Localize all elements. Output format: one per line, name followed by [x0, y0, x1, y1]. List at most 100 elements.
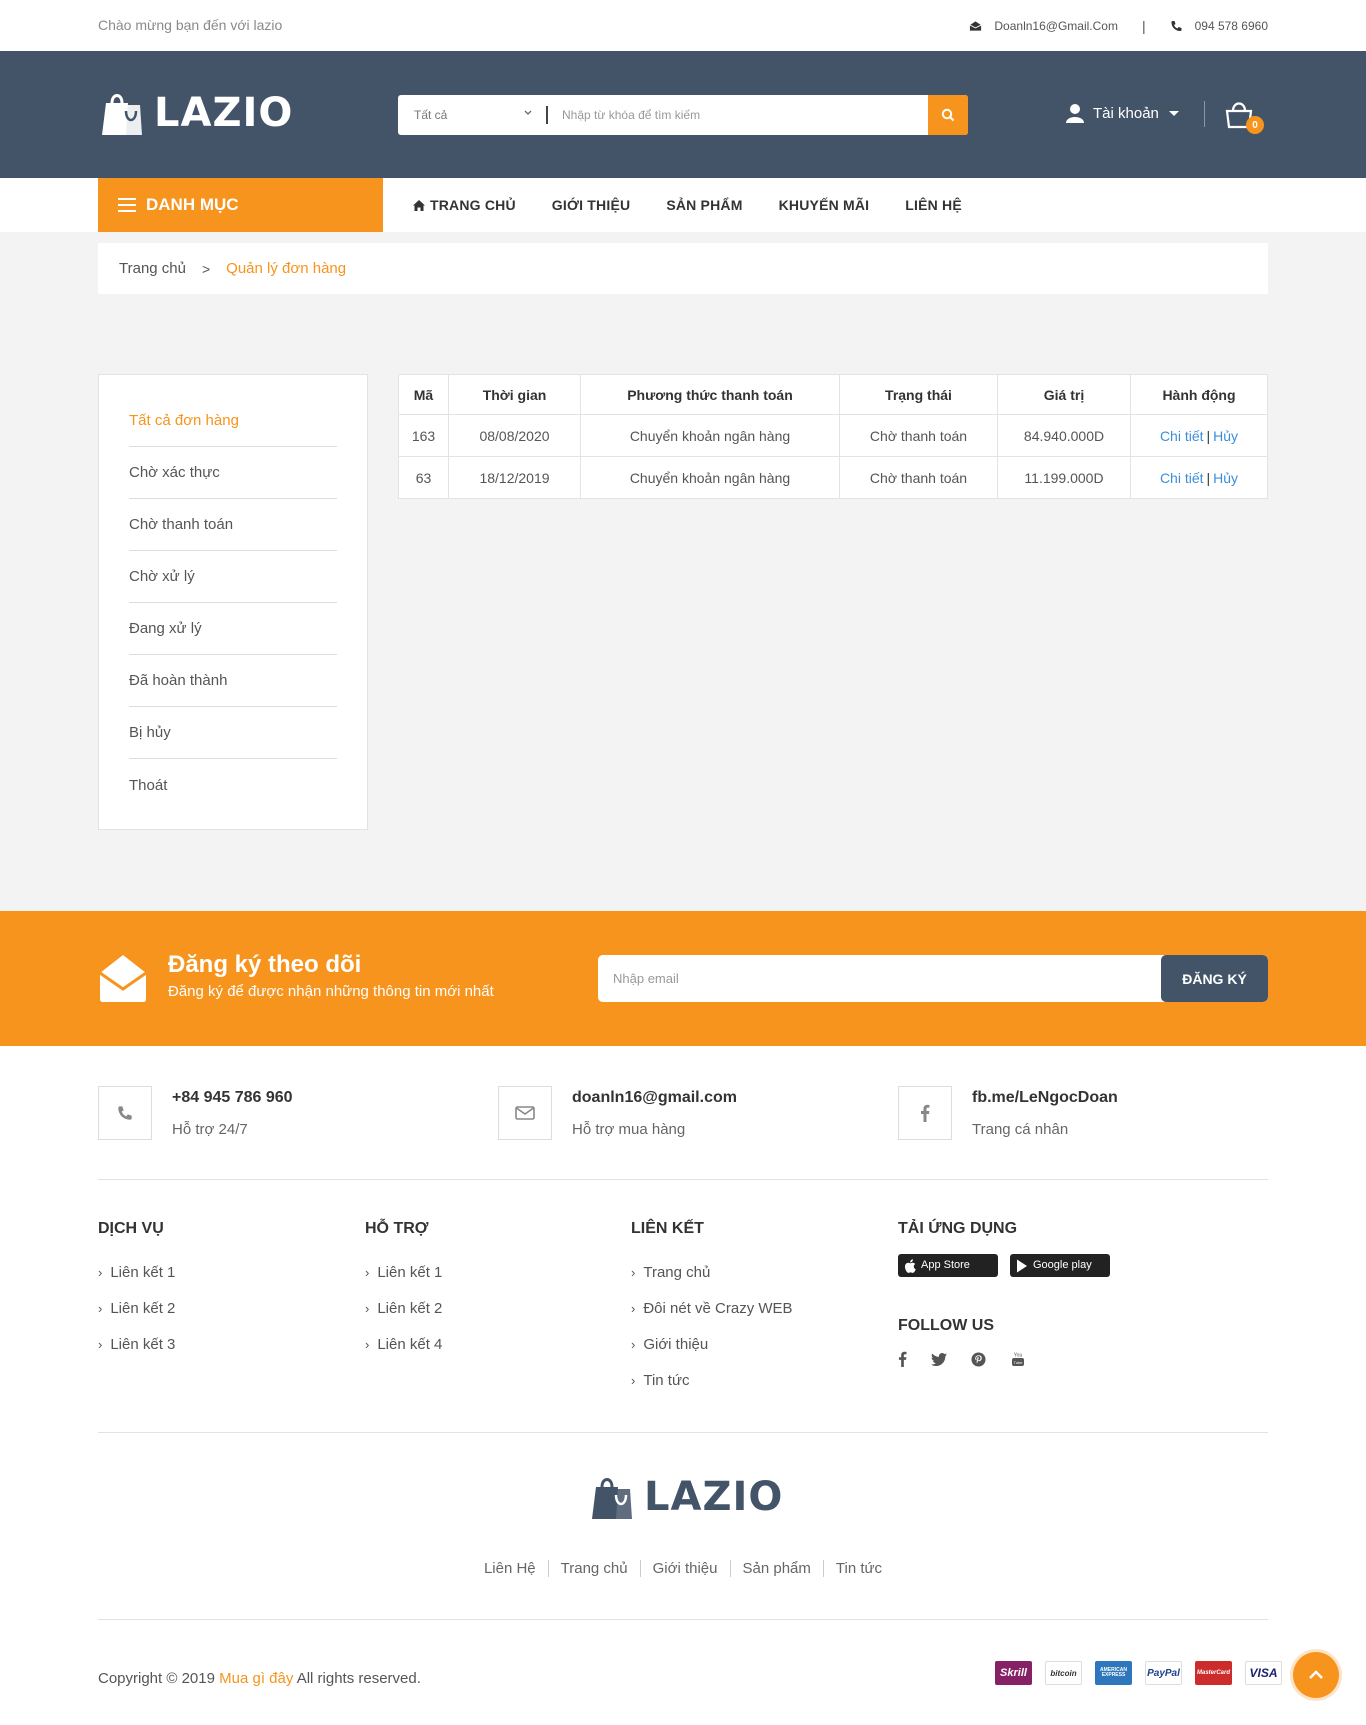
search-category-value: Tất cả	[414, 108, 448, 122]
facebook-icon[interactable]	[898, 1351, 907, 1367]
order-status: Chờ thanh toán	[839, 456, 998, 499]
copyright-suffix: All rights reserved.	[296, 1670, 421, 1687]
nav-item-products[interactable]: SẢN PHẨM	[666, 197, 742, 213]
footer-logo[interactable]: LAZIO	[588, 1473, 783, 1521]
footer-bottom-link[interactable]: Trang chủ	[549, 1560, 641, 1577]
user-icon	[1066, 104, 1084, 123]
footer-link[interactable]: › Liên kết 1	[98, 1254, 175, 1290]
copyright-brand-link[interactable]: Mua gì đây	[219, 1670, 293, 1687]
contact-email-caption: Hỗ trợ mua hàng	[572, 1121, 686, 1138]
footer-logo-text: LAZIO	[644, 1474, 784, 1520]
contact-email: doanln16@gmail.com Hỗ trợ mua hàng	[498, 1086, 737, 1140]
search-input[interactable]	[548, 95, 928, 135]
breadcrumb-home[interactable]: Trang chủ	[119, 260, 186, 277]
contact-phone-number[interactable]: +84 945 786 960	[172, 1089, 293, 1107]
nav-item-about[interactable]: GIỚI THIỆU	[552, 197, 631, 213]
category-menu-button[interactable]: DANH MỤC	[98, 178, 383, 232]
account-label: Tài khoản	[1093, 104, 1159, 122]
footer-link-label: Liên kết 1	[110, 1263, 176, 1281]
footer-col-title: LIÊN KẾT	[631, 1220, 704, 1237]
sidebar-item-cancelled[interactable]: Bị hủy	[129, 707, 337, 759]
contact-icon-box	[898, 1086, 952, 1140]
order-cancel-link[interactable]: Hủy	[1213, 470, 1238, 486]
site-logo[interactable]: LAZIO	[98, 89, 293, 137]
footer-link-label: Liên kết 2	[377, 1299, 443, 1317]
top-contact: Doanln16@Gmail.Com | 094 578 6960	[969, 18, 1268, 34]
app-store-label: App Store	[921, 1259, 970, 1271]
chevron-right-icon: ›	[98, 1336, 103, 1352]
back-to-top-button[interactable]	[1293, 1652, 1339, 1698]
column-header-value: Giá trị	[997, 374, 1131, 415]
footer-col-apps: TẢI ỨNG DỤNG App Store Google play FOLLO…	[898, 1220, 1122, 1367]
footer-link[interactable]: › Liên kết 4	[365, 1326, 442, 1362]
breadcrumb: Trang chủ > Quản lý đơn hàng	[98, 243, 1268, 294]
account-menu[interactable]: Tài khoản	[1066, 103, 1179, 123]
order-id: 63	[398, 456, 449, 499]
column-header-id: Mã	[398, 374, 449, 415]
app-store-button[interactable]: App Store	[898, 1254, 998, 1277]
cart-button[interactable]: 0	[1224, 99, 1264, 135]
top-phone[interactable]: 094 578 6960	[1195, 19, 1268, 33]
footer-col-title: TẢI ỨNG DỤNG	[898, 1220, 1018, 1237]
home-icon	[413, 199, 425, 211]
footer-link-label: Liên kết 1	[377, 1263, 443, 1281]
order-value: 84.940.000D	[997, 414, 1131, 457]
footer-link[interactable]: › Tin tức	[631, 1362, 793, 1398]
nav-item-home[interactable]: TRANG CHỦ	[413, 197, 516, 213]
newsletter-section: Đăng ký theo dõi Đăng ký để được nhận nh…	[0, 911, 1366, 1046]
footer-link[interactable]: › Liên kết 2	[365, 1290, 442, 1326]
hamburger-icon	[118, 198, 136, 212]
header-separator	[1204, 101, 1205, 127]
sidebar-item-logout[interactable]: Thoát	[129, 759, 337, 811]
top-bar: Chào mừng bạn đến với lazio Doanln16@Gma…	[0, 0, 1366, 51]
order-actions: Chi tiết | Hủy	[1130, 414, 1268, 457]
google-play-button[interactable]: Google play	[1010, 1254, 1110, 1277]
order-cancel-link[interactable]: Hủy	[1213, 428, 1238, 444]
search-category-select[interactable]: Tất cả	[398, 95, 546, 135]
sidebar-item-awaiting-payment[interactable]: Chờ thanh toán	[129, 499, 337, 551]
footer-bottom-link[interactable]: Tin tức	[824, 1560, 894, 1577]
sidebar-item-all-orders[interactable]: Tất cả đơn hàng	[129, 395, 337, 447]
pinterest-icon[interactable]	[971, 1351, 986, 1367]
footer-link[interactable]: › Liên kết 3	[98, 1326, 175, 1362]
footer-col-title: HỖ TRỢ	[365, 1220, 429, 1237]
chevron-right-icon: ›	[98, 1264, 103, 1280]
sidebar-item-awaiting-processing[interactable]: Chờ xử lý	[129, 551, 337, 603]
column-header-actions: Hành động	[1130, 374, 1268, 415]
footer-link[interactable]: › Liên kết 1	[365, 1254, 442, 1290]
order-payment-method: Chuyển khoản ngân hàng	[580, 414, 840, 457]
follow-us-title: FOLLOW US	[898, 1317, 994, 1334]
footer-link[interactable]: › Trang chủ	[631, 1254, 793, 1290]
footer-link[interactable]: › Giới thiệu	[631, 1326, 793, 1362]
nav-item-contact[interactable]: LIÊN HỆ	[905, 197, 962, 213]
footer-bottom-link[interactable]: Sản phẩm	[731, 1560, 824, 1577]
sidebar-item-processing[interactable]: Đang xử lý	[129, 603, 337, 655]
footer-link[interactable]: › Liên kết 2	[98, 1290, 175, 1326]
sidebar-item-completed[interactable]: Đã hoàn thành	[129, 655, 337, 707]
order-detail-link[interactable]: Chi tiết	[1160, 428, 1204, 444]
contact-email-address[interactable]: doanln16@gmail.com	[572, 1089, 737, 1107]
search-button[interactable]	[928, 95, 968, 135]
newsletter-title: Đăng ký theo dõi	[168, 951, 362, 978]
action-separator: |	[1206, 469, 1211, 486]
envelope-open-icon	[970, 21, 982, 31]
subscribe-button[interactable]: ĐĂNG KÝ	[1161, 955, 1268, 1002]
order-detail-link[interactable]: Chi tiết	[1160, 470, 1204, 486]
twitter-icon[interactable]	[931, 1352, 947, 1366]
footer-link-label: Liên kết 3	[110, 1335, 176, 1353]
nav-item-promotions[interactable]: KHUYẾN MÃI	[779, 197, 870, 213]
top-email[interactable]: Doanln16@Gmail.Com	[994, 19, 1118, 33]
footer-bottom-link[interactable]: Giới thiệu	[641, 1560, 731, 1577]
footer-link-label: Giới thiệu	[643, 1335, 709, 1353]
payment-methods: Skrill bitcoin AMERICAN EXPRESS PayPal M…	[982, 1661, 1282, 1685]
sidebar-item-awaiting-verification[interactable]: Chờ xác thực	[129, 447, 337, 499]
chevron-up-icon	[1309, 1670, 1323, 1679]
contact-phone: +84 945 786 960 Hỗ trợ 24/7	[98, 1086, 293, 1140]
footer-bottom-link[interactable]: Liên Hệ	[472, 1560, 549, 1577]
nav-item-label: SẢN PHẨM	[666, 197, 743, 213]
youtube-icon[interactable]: You Tube	[1010, 1351, 1026, 1367]
search-icon	[941, 108, 955, 122]
contact-facebook-url[interactable]: fb.me/LeNgocDoan	[972, 1089, 1118, 1107]
newsletter-email-input[interactable]	[598, 955, 1161, 1002]
footer-link[interactable]: › Đôi nét về Crazy WEB	[631, 1290, 793, 1326]
